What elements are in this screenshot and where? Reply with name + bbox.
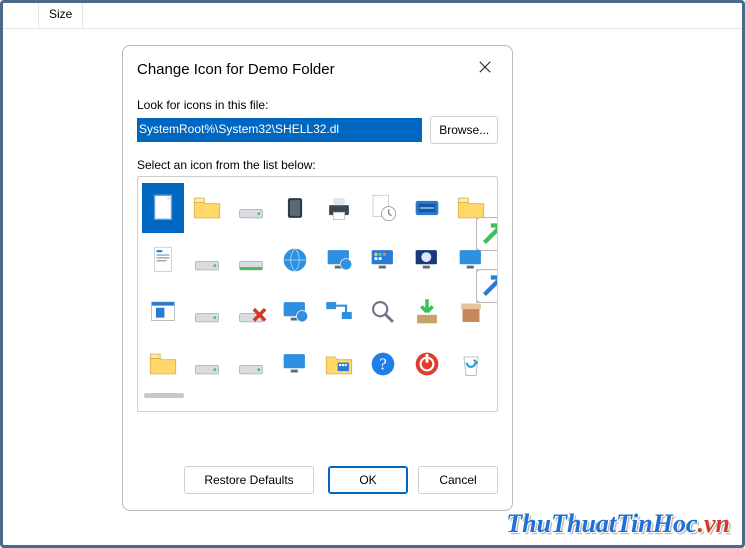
select-icon-label: Select an icon from the list below: [137, 158, 498, 172]
change-icon-dialog: Change Icon for Demo Folder Look for ico… [122, 45, 513, 511]
look-for-label: Look for icons in this file: [137, 98, 498, 112]
icon-drive-removable[interactable] [186, 235, 228, 285]
icon-run-dialog[interactable] [406, 183, 448, 233]
svg-text:?: ? [379, 355, 387, 374]
icon-globe[interactable] [274, 235, 316, 285]
watermark: ThuThuatTinHoc.vn [506, 509, 730, 539]
icon-power-saver-monitor[interactable] [406, 235, 448, 285]
dialog-title: Change Icon for Demo Folder [137, 61, 472, 78]
icon-help[interactable]: ? [362, 339, 404, 389]
icon-control-panel[interactable] [362, 235, 404, 285]
icon-recycle-bin[interactable] [450, 339, 492, 389]
icon-printer[interactable] [318, 183, 360, 233]
column-blank [3, 3, 39, 28]
icon-list[interactable]: ? [137, 176, 498, 412]
icon-shutdown[interactable] [406, 339, 448, 389]
icon-drive-green[interactable] [230, 235, 272, 285]
icon-drive-error[interactable] [230, 287, 272, 337]
column-size[interactable]: Size [39, 3, 83, 28]
icon-blank-document[interactable] [142, 183, 184, 233]
icon-rtf-document[interactable] [142, 235, 184, 285]
icon-monitor-network[interactable] [274, 287, 316, 337]
icon-path-input[interactable]: SystemRoot%\System32\SHELL32.dl [137, 118, 422, 142]
icon-folder-shortcut-overlay[interactable] [450, 183, 492, 233]
icon-monitor-globe[interactable] [318, 235, 360, 285]
restore-defaults-button[interactable]: Restore Defaults [184, 466, 314, 494]
icon-magnifier[interactable] [362, 287, 404, 337]
icon-network-map[interactable] [318, 287, 360, 337]
icon-folder-plain[interactable] [142, 339, 184, 389]
icon-window-page[interactable] [142, 287, 184, 337]
icon-drive-dark[interactable] [186, 339, 228, 389]
icon-folder[interactable] [186, 183, 228, 233]
shortcut-overlay-icon [476, 269, 490, 283]
icon-monitor-shortcut-overlay[interactable] [450, 235, 492, 285]
icon-drive-local[interactable] [230, 183, 272, 233]
horizontal-scrollbar-thumb[interactable] [144, 393, 184, 398]
icon-box[interactable] [450, 287, 492, 337]
cancel-button[interactable]: Cancel [418, 466, 498, 494]
icon-recent-document[interactable] [362, 183, 404, 233]
icon-chip[interactable] [274, 183, 316, 233]
browse-button[interactable]: Browse... [430, 116, 498, 144]
icon-folder-programs[interactable] [318, 339, 360, 389]
dialog-titlebar: Change Icon for Demo Folder [123, 46, 512, 86]
icon-monitor-blank[interactable] [274, 339, 316, 389]
share-overlay-icon [476, 217, 490, 231]
icon-install[interactable] [406, 287, 448, 337]
icon-drive-dot[interactable] [230, 339, 272, 389]
close-icon[interactable] [472, 58, 498, 80]
icon-drive-stack[interactable] [186, 287, 228, 337]
ok-button[interactable]: OK [328, 466, 408, 494]
explorer-column-header: Size [3, 3, 742, 29]
